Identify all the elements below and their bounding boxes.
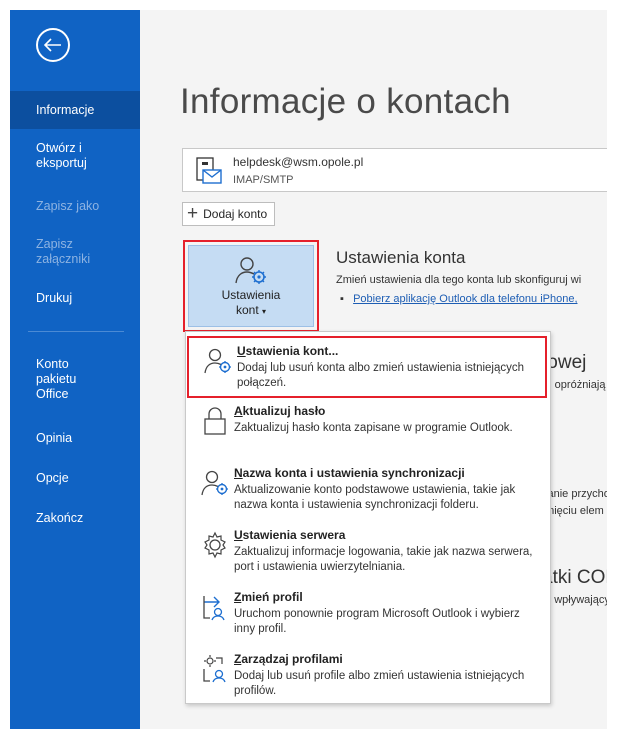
menu-item-title: Nazwa konta i ustawienia synchronizacji	[234, 466, 465, 480]
account-settings-label: Ustawienia kont ▾	[221, 288, 281, 317]
user-gear-icon	[204, 348, 231, 374]
menu-item-title: Aktualizuj hasło	[234, 404, 326, 418]
user-gear-icon	[201, 470, 228, 496]
menu-item-manage-profiles[interactable]: Zarządzaj profilami Dodaj lub usuń profi…	[186, 646, 550, 708]
account-selector[interactable]: helpdesk@wsm.opole.pl IMAP/SMTP	[182, 148, 607, 192]
account-settings-tile-highlight: Ustawienia kont ▾	[183, 240, 319, 332]
account-type: IMAP/SMTP	[233, 174, 294, 186]
page-title: Informacje o kontach	[180, 82, 511, 121]
nav-item-zapisz-jako: Zapisz jako	[36, 199, 100, 213]
nav-separator	[28, 331, 124, 332]
menu-item-desc: Aktualizowanie konto podstawowe ustawien…	[234, 484, 516, 511]
menu-item-update-password[interactable]: Aktualizuj hasło Zaktualizuj hasło konta…	[186, 398, 550, 460]
outlook-mobile-link-row: ▪ Pobierz aplikację Outlook dla telefonu…	[340, 293, 578, 305]
nav-item-opcje[interactable]: Opcje	[10, 471, 140, 486]
menu-item-title: Ustawienia serwera	[234, 528, 346, 542]
menu-item-account-settings[interactable]: Ustawienia kont... Dodaj lub usuń konta …	[187, 336, 547, 398]
back-button[interactable]	[36, 28, 70, 62]
menu-item-title: Ustawienia kont...	[237, 344, 339, 358]
nav-item-informacje[interactable]: Informacje	[10, 91, 140, 129]
dropdown-caret-icon: ▾	[262, 307, 267, 316]
menu-item-title: Zmień profil	[234, 590, 303, 604]
nav-item-opinia[interactable]: Opinia	[10, 431, 140, 446]
nav-item-otworz-eksportuj[interactable]: Otwórz i eksportuj	[10, 141, 140, 171]
account-settings-heading: Ustawienia konta	[336, 248, 466, 267]
menu-item-desc: Zaktualizuj hasło konta zapisane w progr…	[234, 422, 513, 434]
menu-item-desc: Zaktualizuj informacje logowania, takie …	[234, 546, 533, 573]
account-settings-desc: Zmień ustawienia dla tego konta lub skon…	[336, 274, 582, 286]
nav-item-zakoncz[interactable]: Zakończ	[10, 511, 140, 526]
nav-item-drukuj[interactable]: Drukuj	[10, 291, 140, 306]
lock-icon	[204, 407, 226, 435]
add-account-button[interactable]: + Dodaj konto	[182, 202, 276, 226]
com-addins-heading-partial: atki CON	[542, 567, 607, 588]
outlook-mobile-link[interactable]: Pobierz aplikację Outlook dla telefonu i…	[353, 293, 577, 305]
menu-item-name-sync-settings[interactable]: Nazwa konta i ustawienia synchronizacji …	[186, 460, 550, 522]
email-account-icon	[196, 157, 222, 184]
menu-item-desc: Dodaj lub usuń profile albo zmień ustawi…	[234, 670, 525, 697]
com-addins-text-partial: M wpływający	[542, 594, 607, 606]
gear-icon	[204, 531, 226, 559]
back-arrow-icon	[44, 38, 61, 52]
menu-item-server-settings[interactable]: Ustawienia serwera Zaktualizuj informacj…	[186, 522, 550, 584]
menu-item-desc: Dodaj lub usuń konta albo zmień ustawien…	[237, 362, 525, 389]
nav-item-konto-office[interactable]: Konto pakietu Office	[10, 357, 140, 402]
account-email: helpdesk@wsm.opole.pl	[233, 155, 364, 169]
nav-item-zapisz-zalaczniki: Zapisz załączniki	[36, 237, 91, 266]
menu-item-change-profile[interactable]: Zmień profil Uruchom ponownie program Mi…	[186, 584, 550, 646]
backstage-nav: Informacje Otwórz i eksportuj Zapisz jak…	[10, 10, 140, 729]
manage-profiles-icon	[203, 655, 226, 683]
rules-text-partial-1: vanie przycho	[542, 488, 607, 500]
account-settings-button[interactable]: Ustawienia kont ▾	[188, 245, 314, 327]
menu-item-desc: Uruchom ponownie program Microsoft Outlo…	[234, 608, 520, 635]
plus-icon: +	[187, 203, 199, 224]
switch-profile-icon	[203, 596, 225, 621]
menu-item-title: Zarządzaj profilami	[234, 652, 343, 666]
user-gear-icon	[235, 257, 266, 284]
rules-text-partial-2: unięciu elem	[542, 505, 604, 517]
bullet-icon: ▪	[340, 293, 344, 305]
account-settings-menu: Ustawienia kont... Dodaj lub usuń konta …	[185, 331, 551, 704]
